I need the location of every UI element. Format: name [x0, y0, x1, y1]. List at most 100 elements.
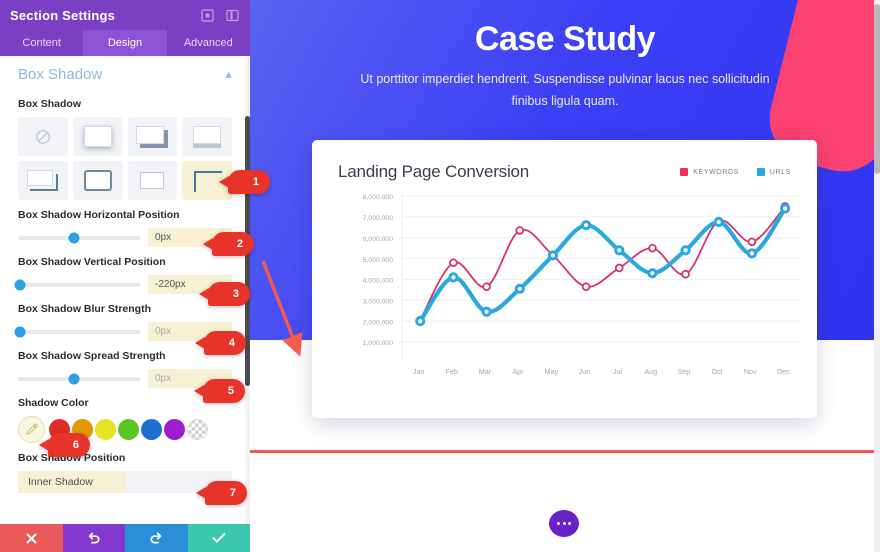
svg-text:2,000,000: 2,000,000 [363, 319, 393, 326]
hero-title: Case Study [474, 20, 656, 58]
legend-swatch-keywords [680, 168, 689, 176]
dot [557, 522, 560, 525]
more-options-button[interactable] [549, 510, 579, 537]
preset-bottom[interactable] [182, 117, 232, 156]
tab-advanced[interactable]: Advanced [167, 30, 250, 56]
panel-header: Section Settings [0, 0, 250, 30]
callout-6: 6 [39, 433, 90, 457]
svg-text:8,000,000: 8,000,000 [363, 194, 393, 201]
horizontal-position-slider[interactable] [18, 232, 140, 243]
swatch-yellow[interactable] [95, 419, 116, 440]
panel-action-bar [0, 524, 250, 552]
slider-label: Box Shadow Blur Strength [18, 303, 152, 315]
svg-text:Oct: Oct [711, 367, 722, 376]
svg-text:Mar: Mar [479, 367, 492, 376]
swatch-transparent[interactable] [187, 419, 208, 440]
box-shadow-label: Box Shadow [18, 98, 82, 110]
svg-text:Sep: Sep [678, 367, 691, 376]
spread-strength-slider[interactable] [18, 373, 140, 384]
hero-subtitle: Ut porttitor imperdiet hendrerit. Suspen… [360, 72, 770, 108]
vertical-position-slider[interactable] [14, 279, 140, 290]
svg-text:May: May [544, 367, 558, 376]
save-button[interactable] [187, 524, 250, 552]
redo-icon [150, 532, 162, 544]
shadow-color-label: Shadow Color [18, 397, 89, 409]
page-canvas: Case Study Ut porttitor imperdiet hendre… [250, 0, 880, 552]
svg-text:Jul: Jul [613, 367, 623, 376]
svg-text:Jun: Jun [579, 367, 591, 376]
legend-label-keywords: KEYWORDS [693, 168, 739, 176]
chart-plot-area: 1,000,000 2,000,000 3,000,000 4,000,000 5,00… [312, 182, 817, 397]
slider-thumb[interactable] [14, 326, 26, 337]
box-shadow-preset-grid [0, 117, 250, 200]
undo-icon [88, 532, 100, 544]
section-boundary-line [250, 450, 880, 453]
page-scrollbar-track[interactable] [874, 0, 880, 552]
callout-7: 7 [196, 481, 247, 505]
svg-text:1,000,000: 1,000,000 [363, 340, 393, 347]
callout-3: 3 [199, 282, 250, 306]
chart-legend: KEYWORDS URLS [680, 168, 791, 176]
svg-text:Feb: Feb [446, 367, 458, 376]
tab-content[interactable]: Content [0, 30, 83, 56]
discard-button[interactable] [0, 524, 63, 552]
swatch-blue[interactable] [141, 419, 162, 440]
callout-4: 4 [195, 331, 246, 355]
expand-icon[interactable] [199, 8, 215, 22]
svg-text:Apr: Apr [512, 367, 524, 376]
line-chart: 1,000,000 2,000,000 3,000,000 4,000,000 5,00… [363, 194, 800, 376]
chart-card: Landing Page Conversion KEYWORDS URLS 1,… [312, 140, 817, 418]
legend-label-urls: URLS [769, 168, 791, 176]
preset-corner-br[interactable] [18, 161, 68, 200]
svg-text:Dec: Dec [777, 367, 790, 376]
svg-text:5,000,000: 5,000,000 [363, 257, 393, 264]
legend-swatch-urls [756, 168, 765, 176]
close-icon [26, 532, 37, 544]
dot [562, 522, 566, 525]
svg-text:Aug: Aug [644, 367, 657, 376]
chart-title: Landing Page Conversion [338, 162, 530, 181]
slider-thumb[interactable] [14, 279, 26, 290]
page-scrollbar-thumb[interactable] [874, 4, 880, 174]
blur-strength-slider[interactable] [14, 326, 140, 337]
svg-text:6,000,000: 6,000,000 [363, 236, 393, 243]
preset-outline-thin[interactable] [127, 161, 178, 200]
svg-text:7,000,000: 7,000,000 [363, 215, 393, 222]
slider-label: Box Shadow Horizontal Position [18, 209, 180, 221]
preset-bottom-right[interactable] [127, 117, 178, 156]
box-shadow-field-label-wrap: Box Shadow [0, 98, 250, 110]
swatch-purple[interactable] [164, 419, 185, 440]
redo-button[interactable] [125, 524, 188, 552]
panel-title: Section Settings [10, 7, 116, 23]
svg-text:4,000,000: 4,000,000 [363, 278, 393, 285]
preset-soft-all[interactable] [72, 117, 123, 156]
callout-1: 1 [219, 170, 270, 194]
box-shadow-position-value: Inner Shadow [18, 471, 126, 493]
box-shadow-section-header[interactable]: Box Shadow ▲ [0, 56, 250, 89]
shadow-color-swatches [0, 416, 250, 443]
slider-label: Box Shadow Spread Strength [18, 350, 166, 362]
swatch-green[interactable] [118, 419, 139, 440]
box-shadow-position-field: Box Shadow Position [0, 452, 250, 464]
chart-header: Landing Page Conversion KEYWORDS URLS [312, 140, 817, 182]
slider-label: Box Shadow Vertical Position [18, 256, 166, 268]
panel-layout-icon[interactable] [224, 8, 240, 22]
tab-design[interactable]: Design [83, 30, 167, 56]
callout-5: 5 [194, 379, 245, 403]
no-shadow-icon [36, 129, 50, 144]
slider-thumb[interactable] [68, 232, 80, 243]
preset-outline-thick[interactable] [72, 161, 123, 200]
chevron-up-icon[interactable]: ▲ [223, 69, 234, 81]
check-icon [212, 533, 226, 543]
red-arrow-annotation [261, 260, 303, 357]
legend-item-urls: URLS [756, 168, 791, 176]
preset-none[interactable] [18, 117, 68, 156]
callout-2: 2 [203, 232, 254, 256]
slider-thumb[interactable] [68, 373, 80, 384]
svg-text:3,000,000: 3,000,000 [363, 298, 393, 305]
section-title: Box Shadow [18, 66, 103, 83]
section-settings-panel: Section Settings Content Design Advanced… [0, 0, 250, 552]
undo-button[interactable] [62, 524, 125, 552]
dot [568, 522, 571, 525]
svg-text:Nov: Nov [744, 367, 757, 376]
